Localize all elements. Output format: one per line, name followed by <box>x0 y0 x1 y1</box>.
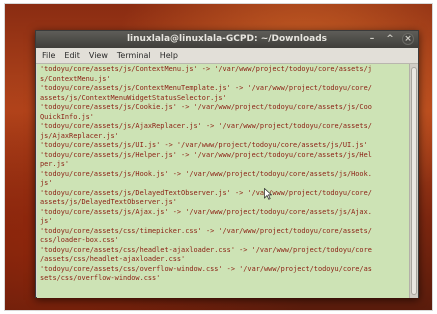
scrollbar-thumb[interactable] <box>411 67 417 295</box>
terminal-line: 'todoyu/core/assets/js/ContextMenu.js' -… <box>40 65 372 73</box>
terminal-line: sets/css/overflow-window.css' <box>40 274 161 282</box>
window-title: linuxlala@linuxlala-GCPD: ~/Downloads <box>126 34 328 44</box>
terminal-line: 'todoyu/core/assets/js/Hook.js' -> '/var… <box>40 169 372 178</box>
terminal-line: per.js' <box>40 160 70 168</box>
terminal-line: QuickInfo.js' <box>40 112 94 121</box>
maximize-icon[interactable]: ^ <box>384 33 396 45</box>
terminal-line: /assets/css/headlet-ajaxloader.css' <box>40 255 186 263</box>
terminal-line: js' <box>40 179 53 187</box>
menu-file[interactable]: File <box>42 51 55 60</box>
menu-edit[interactable]: Edit <box>64 51 80 60</box>
terminal-line: 'todoyu/core/assets/js/DelayedTextObserv… <box>40 188 372 197</box>
menu-help[interactable]: Help <box>160 51 178 60</box>
terminal-window[interactable]: linuxlala@linuxlala-GCPD: ~/Downloads – … <box>35 30 419 298</box>
terminal-line: js' <box>40 217 53 225</box>
terminal-line: assets/js/DelayedTextObserver.js' <box>40 198 177 206</box>
terminal-line: 'todoyu/core/assets/css/headlet-ajaxload… <box>40 245 372 254</box>
window-titlebar[interactable]: linuxlala@linuxlala-GCPD: ~/Downloads – … <box>36 31 418 48</box>
minimize-icon[interactable]: – <box>366 33 378 45</box>
terminal-text: 'todoyu/core/assets/js/ContextMenu.js' -… <box>37 64 409 284</box>
terminal-line: s/ContextMenu.js' <box>40 74 111 83</box>
window-controls: – ^ × <box>366 33 414 45</box>
menu-bar: File Edit View Terminal Help <box>36 48 418 64</box>
terminal-line: 'todoyu/core/assets/js/Helper.js' -> '/v… <box>40 150 372 159</box>
close-icon[interactable]: × <box>402 33 414 45</box>
terminal-line: assets/js/ContextMenuWidgetStatusSelecto… <box>40 93 227 102</box>
terminal-line: 'todoyu/core/assets/js/AjaxReplacer.js' … <box>40 122 372 130</box>
terminal-line: 'todoyu/core/assets/js/Ajax.js' -> '/var… <box>40 207 372 216</box>
terminal-line: 'todoyu/core/assets/js/Cookie.js' -> '/v… <box>40 103 372 111</box>
terminal-line: css/loader-box.css' <box>40 236 119 244</box>
menu-terminal[interactable]: Terminal <box>117 51 151 60</box>
terminal-line: 'todoyu/core/assets/css/timepicker.css' … <box>40 226 372 235</box>
mouse-pointer-icon <box>264 188 272 200</box>
terminal-line: 'todoyu/core/assets/css/overflow-window.… <box>40 264 372 273</box>
terminal-line: js/AjaxReplacer.js' <box>40 131 119 140</box>
terminal-line: 'todoyu/core/assets/js/ContextMenuTempla… <box>40 84 372 92</box>
menu-view[interactable]: View <box>89 51 108 60</box>
terminal-output[interactable]: 'todoyu/core/assets/js/ContextMenu.js' -… <box>37 64 409 298</box>
vertical-scrollbar[interactable] <box>409 64 418 298</box>
desktop-background: linuxlala@linuxlala-GCPD: ~/Downloads – … <box>4 3 433 311</box>
terminal-line: 'todoyu/core/assets/js/UI.js' -> '/var/w… <box>40 141 368 149</box>
